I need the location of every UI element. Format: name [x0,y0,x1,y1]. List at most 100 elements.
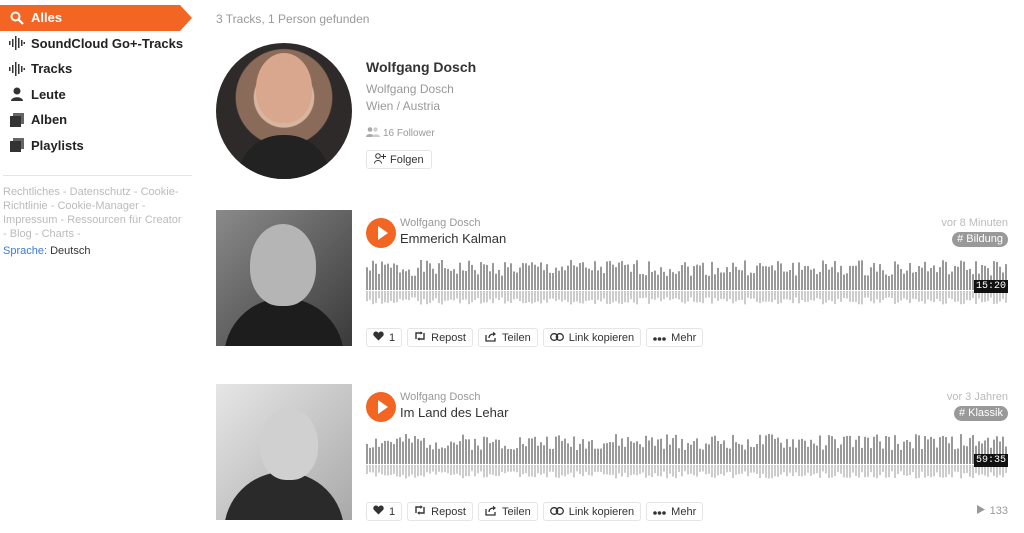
filter-label: Leute [31,86,66,102]
filter-label: Alles [31,10,63,26]
waveform-reflection-bar [555,465,557,478]
share-button[interactable]: Teilen [477,502,538,521]
follow-button[interactable]: Folgen [366,150,432,169]
waveform-reflection-bar [627,291,629,303]
waveform[interactable] [366,434,1008,482]
waveform-reflection-bar [819,291,821,300]
waveform-bar [582,262,584,290]
footer-link-cookie-manager[interactable]: Cookie-Manager [57,200,138,212]
track-artist[interactable]: Wolfgang Dosch [400,391,481,403]
waveform-bar [720,272,722,290]
person-username: Wolfgang Dosch [366,82,454,96]
waveform-bar [804,266,806,290]
waveform-reflection-bar [822,291,824,305]
followers-label: 16 Follower [383,128,435,139]
footer-link-charts[interactable]: Charts [42,228,74,240]
waveform-bar [624,264,626,290]
waveform-reflection-bar [897,465,899,475]
track-artist[interactable]: Wolfgang Dosch [400,217,481,229]
waveform-bar [879,441,881,464]
track-title[interactable]: Emmerich Kalman [400,231,506,246]
language-selector[interactable]: Sprache: Deutsch [0,245,192,257]
waveform-bar [666,275,668,290]
waveform-bar [696,438,698,464]
copy-link-button[interactable]: Link kopieren [542,328,642,347]
track-tag[interactable]: # Bildung [952,232,1008,247]
waveform-bar [885,274,887,290]
waveform-bar [852,447,854,464]
waveform-reflection-bar [771,465,773,479]
waveform-bar [786,271,788,290]
waveform[interactable] [366,260,1008,308]
waveform-bar [732,262,734,290]
waveform-bar [618,262,620,290]
waveform-reflection-bar [789,465,791,473]
copy-link-button[interactable]: Link kopieren [542,502,642,521]
track-artwork[interactable] [216,210,352,346]
play-button[interactable] [366,218,396,248]
waveform-reflection-bar [738,291,740,301]
waveform-bar [366,267,368,290]
waveform-reflection-bar [390,465,392,475]
waveform-reflection-bar [918,465,920,478]
waveform-reflection-bar [423,465,425,477]
waveform-bar [852,265,854,290]
waveform-reflection-bar [639,465,641,474]
track-title[interactable]: Im Land des Lehar [400,405,508,420]
waveform-reflection-bar [804,465,806,476]
waveform-reflection-bar [645,291,647,298]
waveform-reflection-bar [462,465,464,479]
waveform-reflection-bar [756,291,758,302]
repost-button[interactable]: Repost [407,328,473,347]
waveform-reflection-bar [702,291,704,304]
like-button[interactable]: 1 [366,502,403,521]
waveform-bar [669,269,671,290]
repost-button[interactable]: Repost [407,502,473,521]
waveform-bar [480,262,482,290]
footer-link-imprint[interactable]: Impressum [3,214,57,226]
waveform-reflection-bar [915,465,917,479]
filter-go-plus-tracks[interactable]: SoundCloud Go+-Tracks [0,31,192,57]
waveform-reflection-bar [807,291,809,302]
avatar[interactable] [216,43,352,179]
share-button[interactable]: Teilen [477,328,538,347]
more-button[interactable]: Mehr [646,328,704,347]
waveform-reflection-bar [936,465,938,473]
play-button[interactable] [366,392,396,422]
waveform-bar [849,435,851,464]
waveform-reflection-bar [549,465,551,472]
filter-all[interactable]: Alles [0,5,192,31]
waveform-bar [933,265,935,290]
waveform-bar [693,266,695,290]
waveform-bar [471,264,473,290]
followers-count[interactable]: 16 Follower [366,127,666,140]
waveform-bar [747,439,749,464]
footer-link-creator-resources[interactable]: Ressourcen für Creator [67,214,181,226]
filter-albums[interactable]: Alben [0,107,192,133]
track-artwork[interactable] [216,384,352,520]
waveform-bar [897,264,899,290]
footer-link-blog[interactable]: Blog [10,228,32,240]
waveform-reflection-bar [726,465,728,473]
footer-link-legal[interactable]: Rechtliches [3,186,60,198]
waveform-reflection-bar [651,465,653,477]
track-tag[interactable]: # Klassik [953,406,1008,421]
filter-tracks[interactable]: Tracks [0,56,192,82]
waveform-bar [534,264,536,290]
waveform-reflection-bar [786,291,788,300]
filter-people[interactable]: Leute [0,82,192,108]
waveform-bar [408,269,410,290]
waveform-reflection-bar [672,465,674,477]
filter-playlists[interactable]: Playlists [0,133,192,159]
footer-link-privacy[interactable]: Datenschutz [70,186,131,198]
waveform-reflection-bar [969,465,971,477]
person-location: Wien / Austria [366,99,441,113]
person-name[interactable]: Wolfgang Dosch [366,59,666,75]
waveform-reflection-bar [930,465,932,478]
waveform-bar [834,261,836,290]
waveform-bar [939,267,941,290]
like-button[interactable]: 1 [366,328,403,347]
waveform-bar [546,436,548,464]
waveform-bar [450,441,452,464]
more-button[interactable]: Mehr [646,502,704,521]
